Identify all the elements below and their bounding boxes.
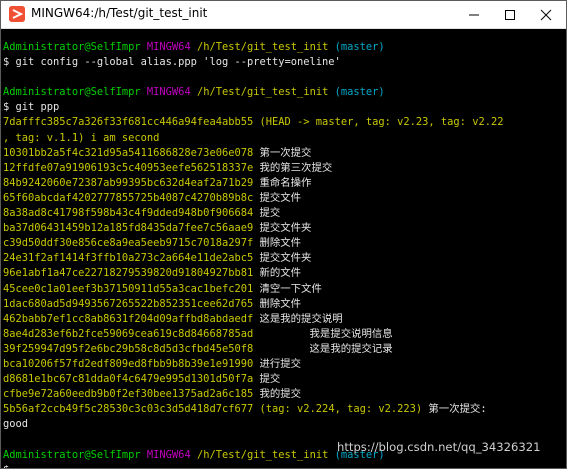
commit-message: 提交文件夹 [259,252,312,265]
log-line-tagged-wrap: good [3,418,29,431]
log-line: 10301bb2a5f4c321d95a5411686828e73e06e078… [3,146,565,161]
commit-message: 进行提交 [259,357,302,370]
commit-hash: 10301bb2a5f4c321d95a5411686828e73e06e078 [3,146,254,159]
prompt-branch: (master) [334,41,385,53]
terminal-window: MINGW64:/h/Test/git_test_init Administra… [0,0,567,469]
prompt-user-host: Administrator@SelfImpr [3,86,141,99]
command-line: $ git config --global alias.ppp 'log --p… [3,56,341,69]
git-bash-icon [9,6,25,22]
commit-hash: c39d50ddf30e856ce8a9ea5eeb9715c7018a297f [3,237,254,250]
terminal-output[interactable]: Administrator@SelfImpr MINGW64 /h/Test/g… [1,28,566,468]
commit-message: 第一次提交: [428,403,487,416]
commit-hash: 24e31f2af1414f3ffb10a273c2a664e11de2abc5 [3,252,254,265]
prompt-path: /h/Test/git_test_init [196,86,329,99]
prompt-path: /h/Test/git_test_init [196,448,329,461]
log-line-tagged: 5b56af2ccb49f5c28530c3c03c3d5d418d7cf677… [3,402,565,417]
log-line: 8a38ad8c41798f598b43c4f9dded948b0f906684… [3,206,565,221]
watermark-url: https://blog.csdn.net/qq_34326321 [337,440,541,454]
prompt-line: Administrator@SelfImpr MINGW64 /h/Test/g… [3,40,565,55]
prompt-shell: MINGW64 [146,41,191,53]
close-button[interactable] [529,1,563,28]
log-line: 1dac680ad5d9493567265522b852351cee62d765… [3,297,565,312]
minimize-icon [469,14,479,15]
commit-hash: 12ffdfe07a91906193c5c40953eefe562518337e [3,161,254,174]
title-bar[interactable]: MINGW64:/h/Test/git_test_init [1,1,566,29]
commit-hash: 65f60abcdaf4202777855725b4087c4270b89b8c [3,191,254,204]
log-line: bca10206f57fd2edf809ed8fbb9b8b39e1e91990… [3,357,565,372]
prompt-user-host: Administrator@SelfImpr [3,448,141,461]
commit-hash: bca10206f57fd2edf809ed8fbb9b8b39e1e91990 [3,357,254,370]
log-line-head: 7dafffc385c7a326f33f681cc446a94fea4abb55… [3,115,565,130]
commit-message: 我是提交说明信息 [259,327,393,340]
command-line: $ git ppp [3,101,60,114]
log-line: 84b9242060e72387ab99395bc632d4eaf2a71b29… [3,176,565,191]
commit-hash: 39f259947d95f2e6bc29b58c8d5d3cfbd45e50f8 [3,342,254,355]
log-line: c39d50ddf30e856ce8a9ea5eeb9715c7018a297f… [3,236,565,251]
minimize-button[interactable] [457,1,491,28]
commit-message: 我的提交 [259,388,302,401]
log-line: 462babb7ef1cc8ab8631f204d09affbd8abdaedf… [3,312,565,327]
commit-hash: ba37d06431459b12a185fd8435da7fee7c56aae9 [3,222,254,235]
commit-hash: 8a38ad8c41798f598b43c4f9dded948b0f906684 [3,207,254,220]
prompt-branch: (master) [334,86,385,99]
commit-message: 删除文件 [259,297,302,310]
commit-message: 删除文件 [259,237,302,250]
commit-message: 第一次提交 [259,146,312,159]
commit-hash: 5b56af2ccb49f5c28530c3c03c3d5d418d7cf677 [3,403,254,416]
commit-message: 我的第三次提交 [259,161,333,174]
maximize-button[interactable] [493,1,527,28]
commit-message: 这是我的提交记录 [259,342,393,355]
commit-hash: 45cee0c1a01eef3b37150911d55a3cac1befc201 [3,282,254,295]
window-title: MINGW64:/h/Test/git_test_init [31,6,208,20]
log-line: d8681e1bc67c81dda0f4c6479e995d1301d50f7a… [3,372,565,387]
commit-decoration: (tag: v2.224, tag: v2.223) [259,403,423,416]
maximize-icon [505,9,515,20]
commit-hash: 462babb7ef1cc8ab8631f204d09affbd8abdaedf [3,312,254,325]
prompt-line: Administrator@SelfImpr MINGW64 /h/Test/g… [3,85,565,100]
prompt-shell: MINGW64 [146,86,191,99]
commit-message: 提交 [259,207,281,220]
commit-message: 提交 [259,373,281,386]
prompt-user-host: Administrator@SelfImpr [3,41,141,53]
commit-message: 提交文件夹 [259,222,312,235]
close-icon [540,9,552,20]
log-line: 24e31f2af1414f3ffb10a273c2a664e11de2abc5… [3,251,565,266]
prompt-shell: MINGW64 [146,448,191,461]
input-prompt[interactable]: $ [3,463,565,468]
log-line: 45cee0c1a01eef3b37150911d55a3cac1befc201… [3,282,565,297]
commit-hash: 8ae4d283ef6b2fce59069cea619c8d84668785ad [3,327,254,340]
commit-hash: 7dafffc385c7a326f33f681cc446a94fea4abb55 [3,116,254,129]
log-line: 8ae4d283ef6b2fce59069cea619c8d84668785ad… [3,327,565,342]
commit-hash: 84b9242060e72387ab99395bc632d4eaf2a71b29 [3,176,254,189]
commit-hash: d8681e1bc67c81dda0f4c6479e995d1301d50f7a [3,373,254,386]
log-line: 65f60abcdaf4202777855725b4087c4270b89b8c… [3,191,565,206]
prompt-path: /h/Test/git_test_init [196,41,329,53]
commit-hash: 96e1abf1a47ce22718279539820d91804927bb81 [3,267,254,280]
log-line: cfbe9e72a60eedb9b0f2ef30bee1375ad2a6c185… [3,387,565,402]
commit-decoration-wrap: , tag: v.1.1) i am second [3,131,160,144]
commit-hash: 1dac680ad5d9493567265522b852351cee62d765 [3,297,254,310]
log-line: 96e1abf1a47ce22718279539820d91804927bb81… [3,266,565,281]
commit-message: 清空一下文件 [259,282,322,295]
log-line: ba37d06431459b12a185fd8435da7fee7c56aae9… [3,221,565,236]
log-line: 39f259947d95f2e6bc29b58c8d5d3cfbd45e50f8… [3,342,565,357]
commit-hash: cfbe9e72a60eedb9b0f2ef30bee1375ad2a6c185 [3,388,254,401]
log-line: 12ffdfe07a91906193c5c40953eefe562518337e… [3,161,565,176]
commit-message: 重命名操作 [259,176,312,189]
log-line-head-wrap: , tag: v.1.1) i am second [3,131,565,146]
commit-message: 提交文件 [259,191,302,204]
commit-message: 新的文件 [259,267,302,280]
commit-message: 这是我的提交说明 [259,312,343,325]
commit-decoration: (HEAD -> master, tag: v2.23, tag: v2.22 [259,116,504,129]
